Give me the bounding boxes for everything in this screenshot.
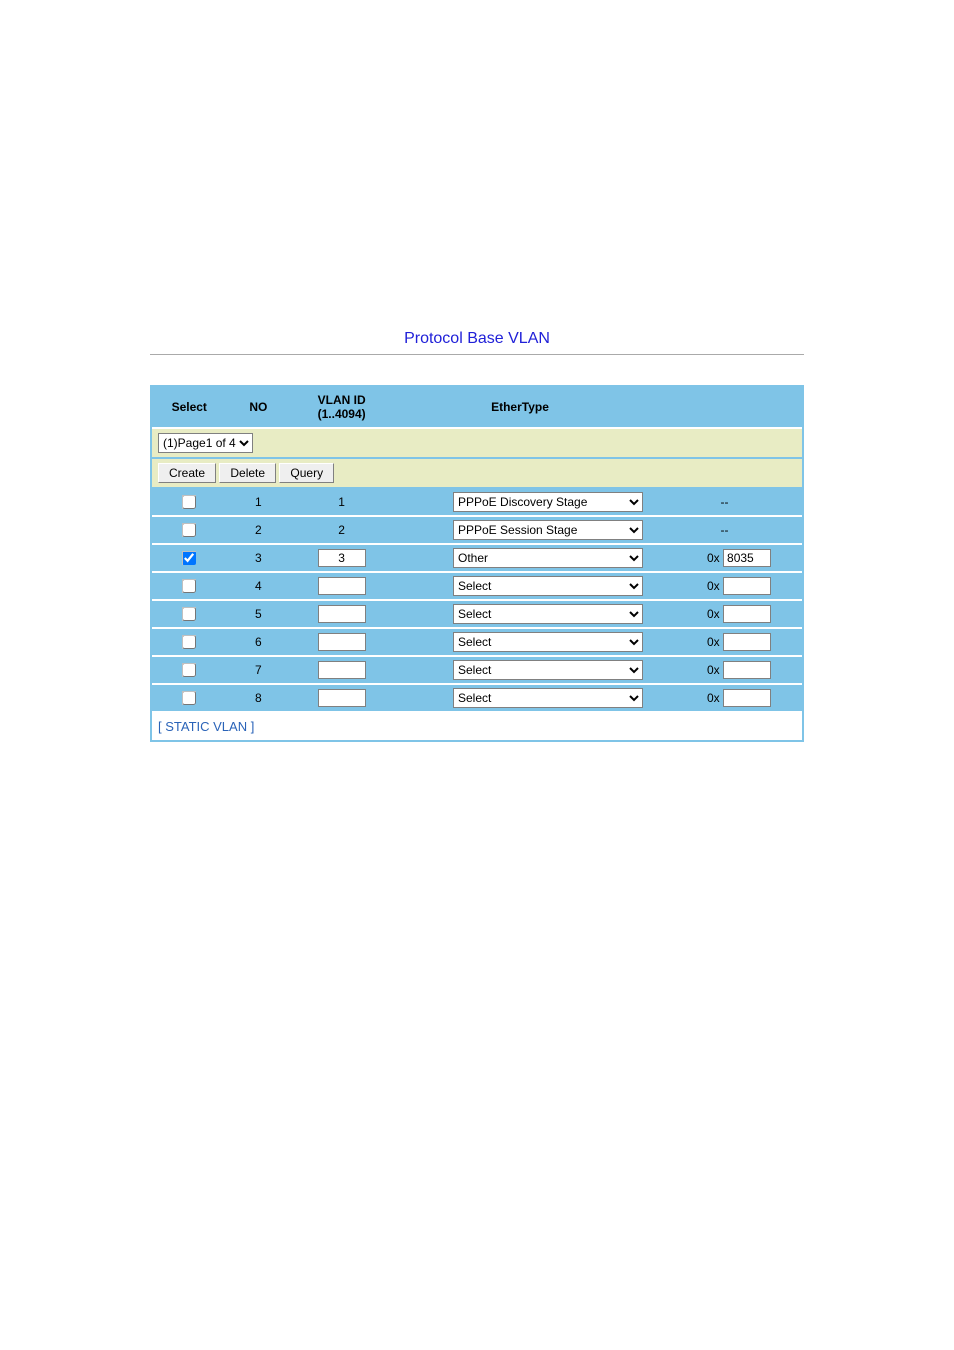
title-separator [150,354,804,355]
row-select-checkbox[interactable] [182,579,196,593]
table-row: 4 SelectPPPoE Discovery StagePPPoE Sessio… [152,572,802,600]
row-no: 6 [227,628,291,656]
hex-prefix: 0x [707,691,720,705]
col-ether: EtherType [393,387,647,428]
static-vlan-link[interactable]: STATIC VLAN [165,719,247,734]
table-row: 11 SelectPPPoE Discovery StagePPPoE Sessi… [152,488,802,516]
col-vlan: VLAN ID (1..4094) [290,387,393,428]
row-no: 1 [227,488,291,516]
page-selector[interactable]: (1)Page1 of 4 [158,433,253,453]
row-select-checkbox[interactable] [182,495,196,509]
footer-bracket-close: ] [247,719,254,734]
col-hex [647,387,802,428]
ethertype-select[interactable]: SelectPPPoE Discovery StagePPPoE Session… [453,576,643,596]
vlan-id-value: 1 [290,488,393,516]
row-no: 5 [227,600,291,628]
row-no: 8 [227,684,291,712]
row-select-checkbox[interactable] [182,607,196,621]
query-button[interactable]: Query [279,463,334,483]
table-row: 7 SelectPPPoE Discovery StagePPPoE Sessio… [152,656,802,684]
hex-value-input[interactable] [723,689,771,707]
hex-prefix: 0x [707,579,720,593]
row-select-checkbox[interactable] [182,691,196,705]
hex-prefix: 0x [707,635,720,649]
vlan-id-input[interactable] [318,689,366,707]
hex-prefix: 0x [707,607,720,621]
row-no: 7 [227,656,291,684]
row-no: 2 [227,516,291,544]
vlan-id-input[interactable] [318,549,366,567]
table-row: 8 SelectPPPoE Discovery StagePPPoE Sessio… [152,684,802,712]
row-select-checkbox[interactable] [182,663,196,677]
table-row: 5 SelectPPPoE Discovery StagePPPoE Sessio… [152,600,802,628]
ethertype-select[interactable]: SelectPPPoE Discovery StagePPPoE Session… [453,688,643,708]
table-row: 22 SelectPPPoE Discovery StagePPPoE Sessi… [152,516,802,544]
page-title: Protocol Base VLAN [0,330,954,348]
table-row: 3 SelectPPPoE Discovery StagePPPoE Sessio… [152,544,802,572]
ethertype-select[interactable]: SelectPPPoE Discovery StagePPPoE Session… [453,548,643,568]
row-select-checkbox[interactable] [182,523,196,537]
col-select: Select [152,387,227,428]
hex-value-input[interactable] [723,577,771,595]
vlan-id-input[interactable] [318,577,366,595]
col-no: NO [227,387,291,428]
row-select-checkbox[interactable] [182,635,196,649]
hex-value: -- [647,488,802,516]
row-no: 3 [227,544,291,572]
vlan-id-value: 2 [290,516,393,544]
ethertype-select[interactable]: SelectPPPoE Discovery StagePPPoE Session… [453,632,643,652]
hex-prefix: 0x [707,551,720,565]
vlan-id-input[interactable] [318,605,366,623]
hex-value-input[interactable] [723,661,771,679]
ethertype-select[interactable]: SelectPPPoE Discovery StagePPPoE Session… [453,604,643,624]
hex-value-input[interactable] [723,633,771,651]
hex-prefix: 0x [707,663,720,677]
row-select-checkbox[interactable] [182,551,196,565]
create-button[interactable]: Create [158,463,216,483]
vlan-id-input[interactable] [318,633,366,651]
hex-value-input[interactable] [723,605,771,623]
row-no: 4 [227,572,291,600]
protocol-vlan-panel: (1)Page1 of 4 Create Delete Query Select… [150,385,804,742]
hex-value: -- [647,516,802,544]
hex-value-input[interactable] [723,549,771,567]
table-row: 6 SelectPPPoE Discovery StagePPPoE Sessio… [152,628,802,656]
ethertype-select[interactable]: SelectPPPoE Discovery StagePPPoE Session… [453,520,643,540]
delete-button[interactable]: Delete [219,463,276,483]
ethertype-select[interactable]: SelectPPPoE Discovery StagePPPoE Session… [453,492,643,512]
vlan-id-input[interactable] [318,661,366,679]
ethertype-select[interactable]: SelectPPPoE Discovery StagePPPoE Session… [453,660,643,680]
